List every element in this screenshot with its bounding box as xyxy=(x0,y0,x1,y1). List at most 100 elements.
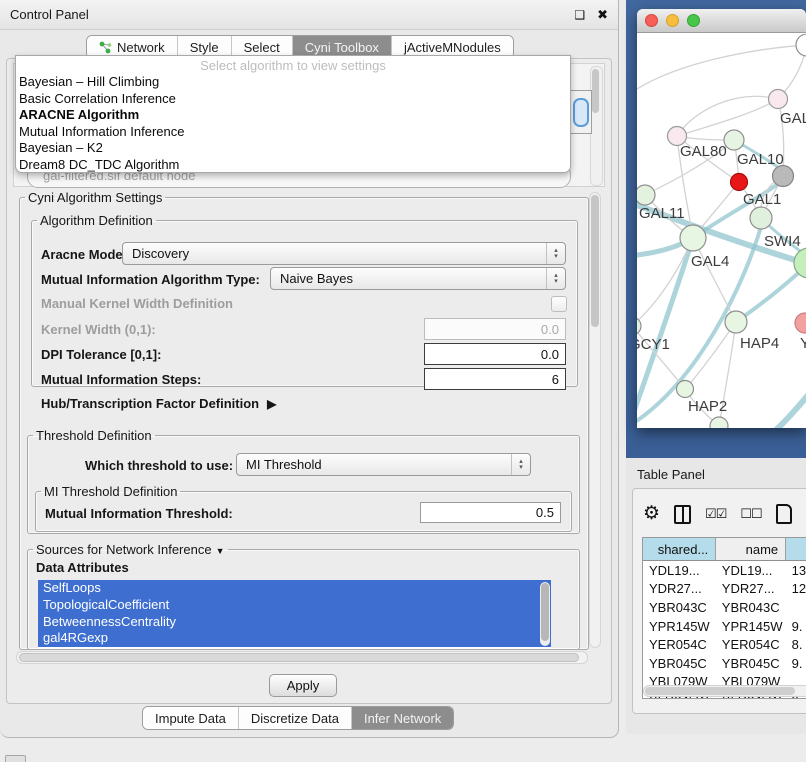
manual-kernel-checkbox[interactable] xyxy=(551,296,567,312)
mi-algorithm-type-combo[interactable]: Naive Bayes ▴▾ xyxy=(270,267,566,290)
network-node[interactable] xyxy=(710,417,728,428)
gear-icon[interactable]: ⚙ xyxy=(643,504,660,524)
network-node[interactable] xyxy=(731,174,748,191)
aracne-mode-combo[interactable]: Discovery ▴▾ xyxy=(122,242,566,265)
combo-arrows-icon: ▴▾ xyxy=(511,454,530,475)
aracne-mode-value: Discovery xyxy=(123,246,546,261)
algorithm-option[interactable]: Basic Correlation Inference xyxy=(16,91,570,108)
attributes-scrollbar[interactable] xyxy=(540,582,550,646)
sources-legend[interactable]: Sources for Network Inference▼ xyxy=(33,542,228,557)
columns-icon[interactable] xyxy=(674,505,691,524)
hub-definition-label: Hub/Transcription Factor Definition xyxy=(41,396,259,411)
mi-threshold-value: 0.5 xyxy=(536,505,554,520)
network-edge[interactable] xyxy=(777,382,806,428)
network-node[interactable] xyxy=(796,34,806,56)
float-window-icon[interactable]: ❑ xyxy=(574,8,585,22)
algorithm-option[interactable]: Mutual Information Inference xyxy=(16,124,570,141)
node-label: GAL11 xyxy=(639,205,685,222)
tab-label: jActiveMNodules xyxy=(404,40,501,55)
select-all-icon[interactable]: ☑☑ xyxy=(705,506,726,522)
close-window-icon[interactable]: ✖ xyxy=(597,7,608,23)
settings-vertical-scrollbar[interactable] xyxy=(589,192,601,648)
network-node[interactable] xyxy=(680,225,706,251)
network-edge[interactable] xyxy=(685,322,736,389)
mi-threshold-label: Mutual Information Threshold: xyxy=(45,506,233,521)
table-row[interactable]: YDL19...YDL19...13 xyxy=(643,561,806,580)
table-horizontal-scrollbar[interactable] xyxy=(643,685,806,697)
network-node[interactable] xyxy=(773,166,794,187)
minimized-panel-icon[interactable] xyxy=(5,755,26,762)
dpi-tolerance-field[interactable]: 0.0 xyxy=(424,343,566,365)
network-node[interactable] xyxy=(637,185,655,205)
node-label: GAL1 xyxy=(743,191,781,208)
tab-label: Select xyxy=(244,40,280,55)
kernel-width-label: Kernel Width (0,1): xyxy=(41,322,156,337)
network-node[interactable] xyxy=(637,317,641,335)
close-light[interactable] xyxy=(645,14,658,27)
table-row[interactable]: YER054CYER054C8. xyxy=(643,635,806,654)
dpi-tolerance-value: 0.0 xyxy=(541,347,559,362)
which-threshold-label: Which threshold to use: xyxy=(85,458,233,473)
algorithm-option[interactable]: Bayesian – Hill Climbing xyxy=(16,74,570,91)
network-node[interactable] xyxy=(677,381,694,398)
network-view-window[interactable]: GALGAL80GAL10GAL1GAL11GAL4SWI4HAP4YGCY1H… xyxy=(637,9,806,428)
table-cell: 12 xyxy=(786,580,806,599)
cyni-tab-impute-data[interactable]: Impute Data xyxy=(143,707,239,729)
table-panel-title: Table Panel xyxy=(637,467,705,482)
attribute-item[interactable]: gal4RGexp xyxy=(38,630,551,647)
algorithm-dropdown-placeholder: Select algorithm to view settings xyxy=(16,57,570,74)
mi-threshold-field[interactable]: 0.5 xyxy=(420,502,561,523)
network-node[interactable] xyxy=(725,311,747,333)
attribute-item[interactable]: BetweennessCentrality xyxy=(38,614,551,631)
data-attributes-list[interactable]: SelfLoopsTopologicalCoefficientBetweenne… xyxy=(38,580,551,648)
control-panel-titlebar: Control Panel ❑ ✖ xyxy=(0,0,618,30)
table-row[interactable]: YPR145WYPR145W9. xyxy=(643,617,806,636)
network-edge[interactable] xyxy=(677,99,778,136)
network-node[interactable] xyxy=(724,130,744,150)
network-window-titlebar[interactable] xyxy=(637,9,806,33)
network-node[interactable] xyxy=(769,90,788,109)
network-node[interactable] xyxy=(795,313,806,333)
column-header[interactable]: name xyxy=(716,538,786,561)
algorithm-dropdown-list: Bayesian – Hill ClimbingBasic Correlatio… xyxy=(16,74,570,174)
document-icon[interactable] xyxy=(776,504,792,524)
algorithm-option[interactable]: Dream8 DC_TDC Algorithm xyxy=(16,157,570,174)
mi-steps-field[interactable]: 6 xyxy=(424,368,566,390)
mi-threshold-definition-legend: MI Threshold Definition xyxy=(41,484,180,499)
cyni-algorithm-settings-legend: Cyni Algorithm Settings xyxy=(25,190,165,205)
network-edge[interactable] xyxy=(637,45,806,89)
node-label: HAP2 xyxy=(688,398,727,415)
table-cell: YBR045C xyxy=(716,654,786,673)
node-label: SWI4 xyxy=(764,233,801,250)
network-canvas[interactable]: GALGAL80GAL10GAL1GAL11GAL4SWI4HAP4YGCY1H… xyxy=(637,34,806,428)
chevron-right-icon: ▶ xyxy=(267,397,276,411)
network-node[interactable] xyxy=(750,207,772,229)
column-header[interactable] xyxy=(786,538,806,561)
attribute-item[interactable]: TopologicalCoefficient xyxy=(38,597,551,614)
attribute-item[interactable]: SelfLoops xyxy=(38,580,551,597)
deselect-all-icon[interactable]: ☐☐ xyxy=(740,506,761,522)
table-cell: 8. xyxy=(786,635,806,654)
table-row[interactable]: YDR27...YDR27...12 xyxy=(643,580,806,599)
algorithm-option[interactable]: ARACNE Algorithm xyxy=(16,107,570,124)
algorithm-dropdown-popup: Select algorithm to view settings Bayesi… xyxy=(15,55,571,173)
cyni-tab-infer-network[interactable]: Infer Network xyxy=(352,707,453,729)
network-edge[interactable] xyxy=(693,238,736,322)
which-threshold-combo[interactable]: MI Threshold ▴▾ xyxy=(236,453,531,476)
table-row[interactable]: YBR045CYBR045C9. xyxy=(643,654,806,673)
apply-button[interactable]: Apply xyxy=(269,674,337,697)
sources-legend-text: Sources for Network Inference xyxy=(36,542,212,557)
zoom-light[interactable] xyxy=(687,14,700,27)
cyni-tab-discretize-data[interactable]: Discretize Data xyxy=(239,707,352,729)
algorithm-option[interactable]: Bayesian – K2 xyxy=(16,140,570,157)
column-header[interactable]: shared... xyxy=(643,538,716,561)
settings-horizontal-scrollbar[interactable] xyxy=(16,651,588,664)
hub-definition-toggle[interactable]: Hub/Transcription Factor Definition ▶ xyxy=(41,396,276,411)
table-cell: YDR27... xyxy=(716,580,786,599)
table-cell: YBR043C xyxy=(716,598,786,617)
kernel-width-value: 0.0 xyxy=(541,322,559,337)
table-row[interactable]: YBR043CYBR043C xyxy=(643,598,806,617)
minimize-light[interactable] xyxy=(666,14,679,27)
tab-label: Network xyxy=(117,40,165,55)
network-edge[interactable] xyxy=(677,96,778,136)
